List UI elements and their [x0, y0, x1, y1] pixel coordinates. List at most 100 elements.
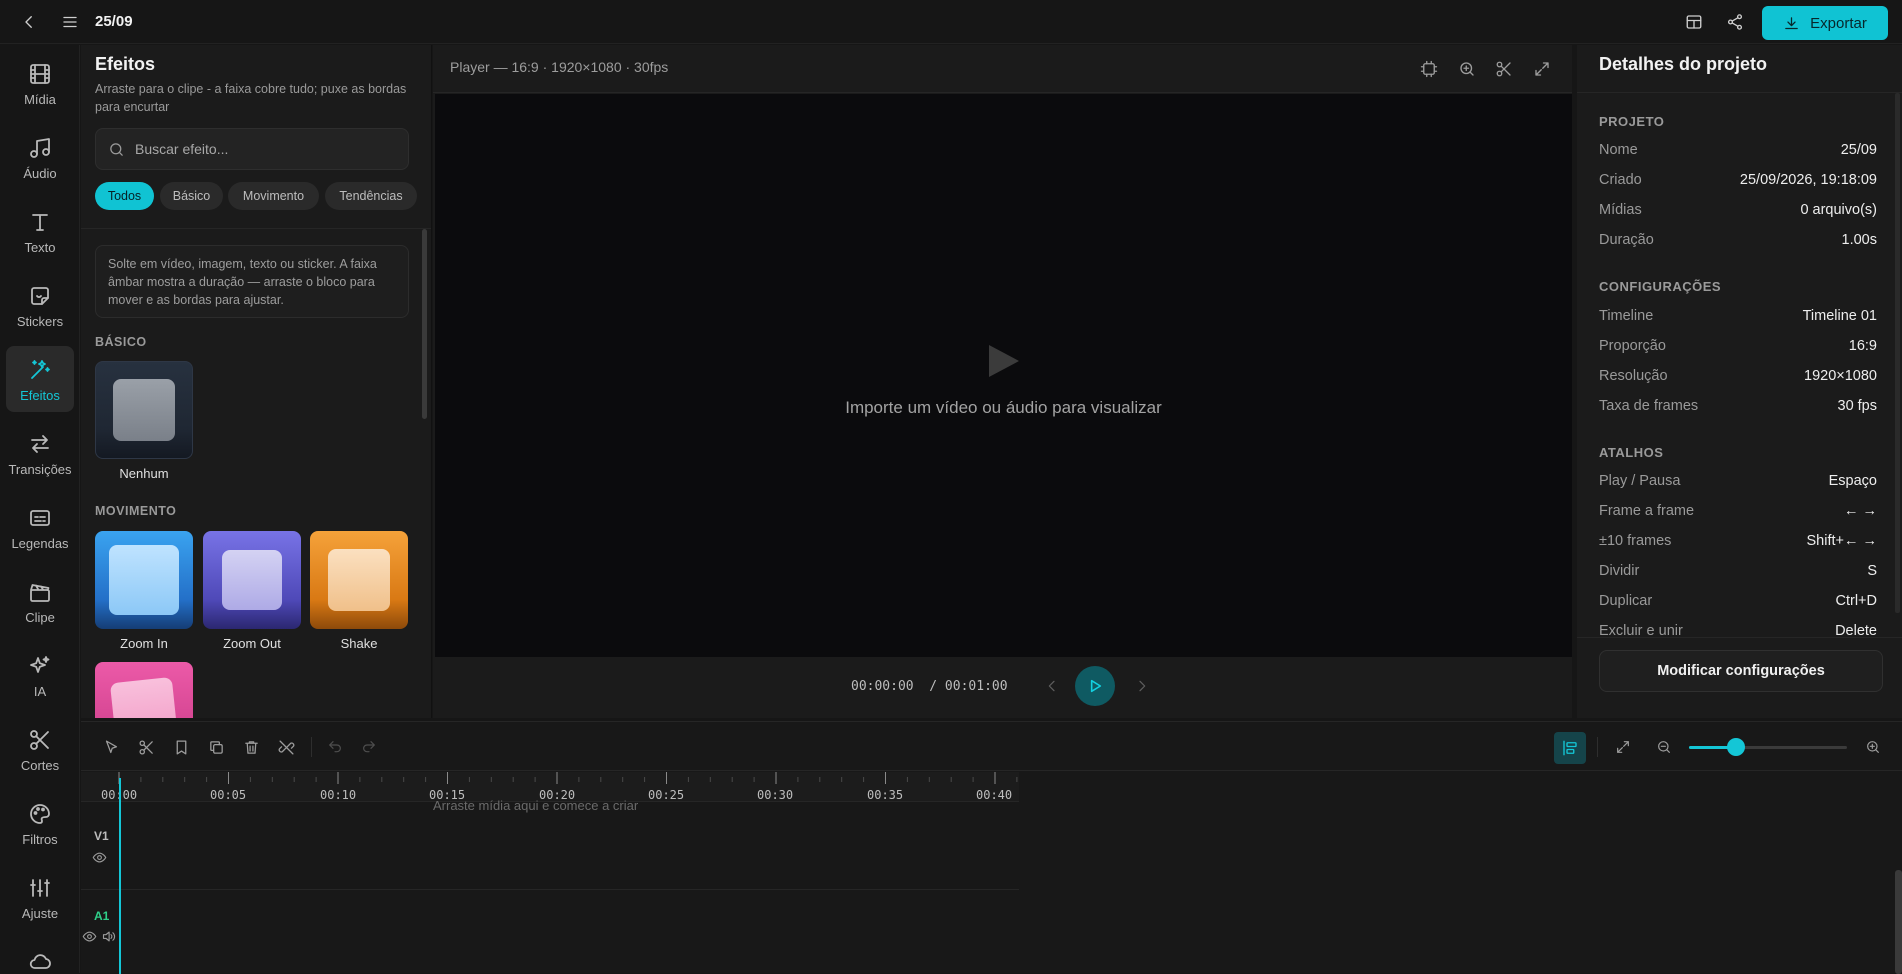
rail-item-stickers[interactable]: Stickers: [6, 272, 74, 338]
duplicate-icon[interactable]: [204, 735, 228, 759]
snap-icon: [1563, 740, 1577, 756]
details-footer: Modificar configurações: [1577, 637, 1902, 718]
rail-item-clipe[interactable]: Clipe: [6, 568, 74, 634]
effect-tile-nenhum[interactable]: [95, 361, 193, 459]
menu-icon[interactable]: [58, 10, 82, 34]
previous-frame-icon[interactable]: [1044, 678, 1060, 694]
volume-icon[interactable]: [101, 929, 116, 944]
zoom-slider-handle[interactable]: [1727, 738, 1746, 756]
rail-item-audio[interactable]: Áudio: [6, 124, 74, 190]
detail-key: ±10 frames: [1599, 533, 1672, 549]
eye-icon[interactable]: [92, 850, 107, 865]
eye-icon[interactable]: [82, 929, 97, 944]
section-projeto: PROJETO: [1599, 114, 1665, 129]
detail-value: S: [1867, 563, 1877, 579]
split-icon[interactable]: [134, 735, 158, 759]
zoom-in-icon[interactable]: [1455, 57, 1479, 81]
undo-icon[interactable]: [323, 735, 347, 759]
timecode: 00:00:00 / 00:01:00: [851, 679, 1008, 694]
effects-scrollbar[interactable]: [422, 229, 427, 419]
rail-item-efeitos[interactable]: Efeitos: [6, 346, 74, 412]
rail-label: Mídia: [24, 92, 56, 107]
rail-label: IA: [33, 684, 47, 699]
detail-key: Resolução: [1599, 368, 1668, 384]
back-icon[interactable]: [17, 10, 41, 34]
effect-search[interactable]: [95, 128, 409, 170]
redo-icon[interactable]: [357, 735, 381, 759]
detail-key: Proporção: [1599, 338, 1666, 354]
detail-key: Play / Pausa: [1599, 473, 1681, 489]
effect-tile-zoom-out[interactable]: [203, 531, 301, 629]
total-time: / 00:01:00: [929, 679, 1008, 694]
rail-item-filtros[interactable]: Filtros: [6, 790, 74, 856]
play-button[interactable]: [1075, 666, 1115, 706]
detail-key: Frame a frame: [1599, 503, 1695, 519]
fit-frame-icon[interactable]: [1417, 57, 1441, 81]
fit-timeline-icon[interactable]: [1611, 735, 1635, 759]
text-icon: [32, 214, 48, 231]
cloud-icon: [29, 954, 51, 969]
toolbar-separator: [1597, 737, 1598, 757]
effects-title: Efeitos: [95, 54, 156, 74]
rail-item-texto[interactable]: Texto: [6, 198, 74, 264]
rail-item-cloud[interactable]: [6, 938, 74, 973]
fullscreen-icon[interactable]: [1530, 57, 1554, 81]
track-divider: [81, 889, 1019, 890]
chip-tendencias[interactable]: Tendências: [325, 182, 417, 210]
next-frame-icon[interactable]: [1134, 678, 1150, 694]
playhead[interactable]: [119, 778, 121, 974]
effect-label: Zoom In: [120, 636, 168, 651]
detach-icon[interactable]: [274, 735, 298, 759]
effect-tile-shake[interactable]: [310, 531, 408, 629]
play-icon: [1090, 679, 1102, 693]
chip-basico[interactable]: Básico: [160, 182, 223, 210]
chip-todos[interactable]: Todos: [95, 182, 154, 210]
effect-tile-partial[interactable]: [95, 662, 193, 718]
trash-icon[interactable]: [239, 735, 263, 759]
bookmark-icon[interactable]: [169, 735, 193, 759]
detail-row: Frame a frame ← →: [1599, 503, 1877, 523]
rail-label: Ajuste: [21, 906, 59, 921]
search-input[interactable]: [135, 141, 395, 157]
video-preview[interactable]: Importe um vídeo ou áudio para visualiza…: [435, 94, 1572, 657]
detail-key: Criado: [1599, 172, 1642, 188]
scissors-icon[interactable]: [1492, 57, 1516, 81]
detail-key: Dividir: [1599, 563, 1640, 579]
play-placeholder-icon: [989, 345, 1019, 377]
share-icon[interactable]: [1723, 10, 1747, 34]
chip-movimento[interactable]: Movimento: [228, 182, 319, 210]
export-button[interactable]: Exportar: [1762, 6, 1888, 40]
effect-label: Shake: [340, 636, 378, 651]
detail-value: 25/09/2026, 19:18:09: [1739, 172, 1877, 188]
magic-wand-icon: [31, 360, 50, 379]
effect-tile-zoom-in[interactable]: [95, 531, 193, 629]
timeline-scrollbar[interactable]: [1895, 870, 1902, 974]
detail-row: Mídias 0 arquivo(s): [1599, 202, 1877, 222]
zoom-in-icon[interactable]: [1861, 735, 1885, 759]
rail-item-midia[interactable]: Mídia: [6, 50, 74, 116]
details-scrollbar[interactable]: [1895, 93, 1900, 613]
player-header: Player — 16:9 · 1920×1080 · 30fps: [433, 45, 1572, 93]
rail-label: Legendas: [11, 536, 69, 551]
detail-key: Timeline: [1599, 308, 1654, 324]
project-title: 25/09: [95, 13, 133, 30]
detail-row: Proporção 16:9: [1599, 338, 1877, 358]
rail-item-transicoes[interactable]: Transições: [6, 420, 74, 486]
snap-toggle[interactable]: [1554, 732, 1586, 764]
export-label: Exportar: [1810, 14, 1867, 32]
music-icon: [30, 138, 50, 158]
rail-item-ajuste[interactable]: Ajuste: [6, 864, 74, 930]
rail-item-cortes[interactable]: Cortes: [6, 716, 74, 782]
zoom-slider[interactable]: [1689, 746, 1847, 749]
detail-value: 25/09: [1840, 142, 1877, 158]
project-details-panel: Detalhes do projeto PROJETO Nome 25/09 Cr…: [1577, 45, 1902, 718]
tick-label: 00:25: [648, 788, 685, 802]
select-tool-icon[interactable]: [99, 735, 123, 759]
zoom-out-icon[interactable]: [1652, 735, 1676, 759]
detail-value: 16:9: [1848, 338, 1877, 354]
modify-settings-button[interactable]: Modificar configurações: [1599, 650, 1883, 692]
rail-item-legendas[interactable]: Legendas: [6, 494, 74, 560]
layout-icon[interactable]: [1682, 10, 1706, 34]
rail-item-ia[interactable]: IA: [6, 642, 74, 708]
effect-thumbnail: [222, 550, 282, 610]
